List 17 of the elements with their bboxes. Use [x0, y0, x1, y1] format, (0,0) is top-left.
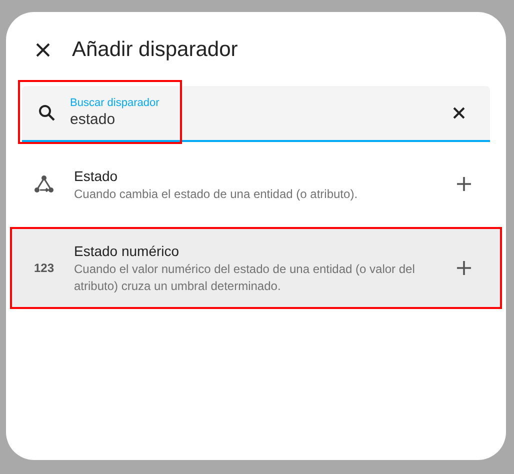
item-title: Estado — [74, 166, 119, 186]
dialog-title: Añadir disparador — [72, 37, 238, 63]
search-label: Buscar disparador — [70, 96, 160, 110]
plus-icon[interactable] — [456, 260, 472, 276]
clear-icon[interactable] — [452, 106, 466, 120]
number-icon: 123 — [34, 258, 54, 276]
close-icon — [35, 42, 51, 58]
search-icon — [38, 104, 56, 122]
plus-icon[interactable] — [456, 176, 472, 192]
trigger-item[interactable]: 123 Estado numérico Cuando el valor numérico del estado de una entidad (o valor del atributo) cruza un umbral determinado. — [10, 226, 502, 308]
item-description: Cuando cambia el estado de una entidad (o atributo). — [74, 186, 359, 202]
nodes-icon — [34, 175, 54, 193]
item-title: Estado numérico — [74, 242, 180, 260]
item-description: Cuando el valor numérico del estado de una entidad (o valor del atributo) cruza un umbral determinado. — [74, 260, 416, 294]
search-field[interactable]: Buscar disparador estado — [22, 86, 490, 142]
close-button[interactable] — [34, 40, 52, 59]
search-value: estado — [70, 110, 116, 130]
